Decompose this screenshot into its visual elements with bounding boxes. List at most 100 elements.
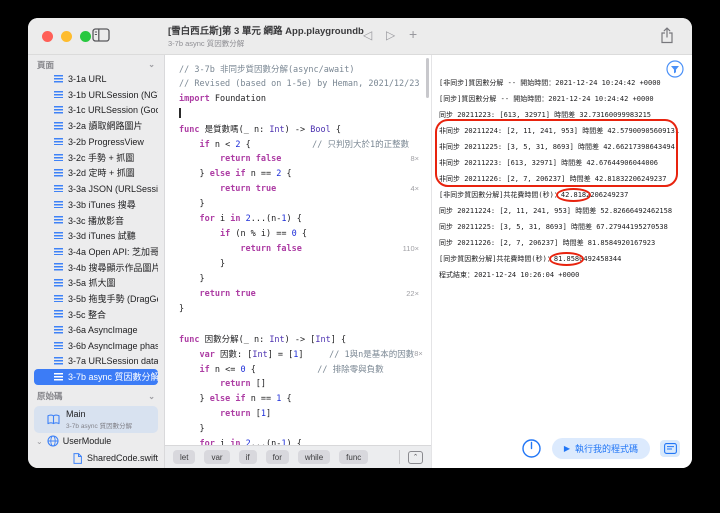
code-line[interactable]: return false 8× xyxy=(179,151,431,166)
code-line[interactable]: } xyxy=(179,196,431,211)
nav-forward-button[interactable]: ▷ xyxy=(386,26,395,44)
keyword-token-if[interactable]: if xyxy=(238,450,257,464)
code-line[interactable]: } xyxy=(179,421,431,436)
sidebar-item-3-5a[interactable]: 3-5a 抓大圖 xyxy=(34,275,158,291)
sidebar-item-usermodule[interactable]: ⌄ UserModule xyxy=(28,433,164,450)
zoom-window-button[interactable] xyxy=(80,31,91,42)
code-line[interactable]: for i in 2...(n-1) { xyxy=(179,211,431,226)
sidebar-item-label: 3-3d iTunes 試聽 xyxy=(68,231,136,242)
execution-time-gauge-icon[interactable] xyxy=(521,438,542,459)
sidebar-item-3-5b[interactable]: 3-5b 拖曳手勢 (DragGes… xyxy=(34,291,158,307)
sidebar-item-3-2c[interactable]: 3-2c 手勢 + 抓圖 xyxy=(34,149,158,165)
code-line[interactable] xyxy=(179,106,431,121)
code-line[interactable]: } xyxy=(179,271,431,286)
main-subtitle: 3-7b async 質因數分解 xyxy=(66,422,133,430)
code-line[interactable]: } xyxy=(179,301,431,316)
sidebar-item-label: 3-1a URL xyxy=(68,73,107,84)
keyword-token-func[interactable]: func xyxy=(339,450,369,464)
code-line[interactable]: return [1] xyxy=(179,406,431,421)
sidebar-toggle-icon[interactable] xyxy=(92,28,110,42)
sidebar-item-3-3a[interactable]: 3-3a JSON (URLSession) xyxy=(34,181,158,197)
run-button-label: 執行我的程式碼 xyxy=(574,444,638,454)
sidebar-item-3-5c[interactable]: 3-5c 整合 xyxy=(34,306,158,322)
nav-back-button[interactable]: ◁ xyxy=(363,26,372,44)
show-console-button[interactable] xyxy=(660,440,680,457)
code-line[interactable]: var 因數: [Int] = [1] // 1與n是基本的因數 8× xyxy=(179,346,431,361)
sidebar-item-3-4b[interactable]: 3-4b 搜尋顯示作品圖片 xyxy=(34,259,158,275)
sidebar-item-3-6a[interactable]: 3-6a AsyncImage xyxy=(34,322,158,338)
title-block: [雪白西丘斯]第 3 單元 網路 App.playgroundbook 3-7b… xyxy=(168,23,364,49)
sidebar-item-3-7a[interactable]: 3-7a URLSession data() xyxy=(34,353,158,369)
main-label: Main xyxy=(66,408,86,419)
code-scrollbar[interactable] xyxy=(426,58,429,98)
sidebar-item-3-3b[interactable]: 3-3b iTunes 搜尋 xyxy=(34,197,158,213)
sidebar-item-main[interactable]: Main 3-7b async 質因數分解 xyxy=(34,405,158,433)
minimize-window-button[interactable] xyxy=(61,31,72,42)
sidebar-item-3-6b[interactable]: 3-6b AsyncImage phase xyxy=(34,338,158,354)
console-line: 同步 20211224: [2, 11, 241, 953] 時間差 52.82… xyxy=(439,207,673,215)
code-line[interactable]: import Foundation xyxy=(179,91,431,106)
code-editor[interactable]: // 3-7b 非同步質因數分解(async/await)// Revised … xyxy=(165,55,432,468)
keyword-token-for[interactable]: for xyxy=(265,450,289,464)
sidebar-source-header[interactable]: 原始碼 ⌄ xyxy=(28,390,164,403)
sidebar-item-3-2a[interactable]: 3-2a 讀取網路圖片 xyxy=(34,118,158,134)
code-line[interactable]: } xyxy=(179,256,431,271)
code-line[interactable]: func 因數分解(_ n: Int) -> [Int] { xyxy=(179,331,431,346)
keyword-token-let[interactable]: let xyxy=(173,450,196,464)
keyword-token-var[interactable]: var xyxy=(204,450,230,464)
sidebar-item-label: 3-3b iTunes 搜尋 xyxy=(68,199,136,210)
console-line: [非同步]質因數分解 -- 開始時間：2021-12-24 10:24:42 +… xyxy=(439,79,661,87)
code-line[interactable]: return false 110× xyxy=(179,241,431,256)
run-count-badge: 8× xyxy=(410,154,419,163)
divider xyxy=(399,450,400,464)
run-count-badge: 4× xyxy=(410,184,419,193)
collapse-bar-button[interactable]: ⌃ xyxy=(408,450,423,464)
code-line[interactable] xyxy=(179,316,431,331)
sidebar-pages-header[interactable]: 頁面 ⌄ xyxy=(28,58,164,71)
code-line[interactable]: return [] xyxy=(179,376,431,391)
page-lines-icon xyxy=(54,122,63,130)
sidebar-item-3-3d[interactable]: 3-3d iTunes 試聽 xyxy=(34,228,158,244)
code-line[interactable]: return true 4× xyxy=(179,181,431,196)
add-page-button[interactable]: + xyxy=(409,25,417,43)
code-line[interactable]: } else if n == 2 { xyxy=(179,166,431,181)
filter-icon[interactable] xyxy=(666,60,684,78)
disclosure-chevron-icon[interactable]: ⌄ xyxy=(36,437,43,446)
share-icon[interactable] xyxy=(660,27,674,44)
sidebar-item-3-2b[interactable]: 3-2b ProgressView xyxy=(34,134,158,150)
book-icon xyxy=(47,414,60,425)
run-my-code-button[interactable]: ▶ 執行我的程式碼 xyxy=(551,438,650,459)
code-line[interactable]: } else if n == 1 { xyxy=(179,391,431,406)
sidebar-item-label: 3-6b AsyncImage phase xyxy=(68,340,158,351)
code-line[interactable]: if n <= 0 { // 排除零與負數 xyxy=(179,361,431,376)
sidebar-item-label: 3-3a JSON (URLSession) xyxy=(68,183,158,194)
titlebar: [雪白西丘斯]第 3 單元 網路 App.playgroundbook 3-7b… xyxy=(28,18,692,55)
chevron-down-icon[interactable]: ⌄ xyxy=(148,392,155,401)
source-header-label: 原始碼 xyxy=(37,391,63,402)
page-lines-icon xyxy=(54,200,63,209)
page-lines-icon xyxy=(54,357,63,365)
sidebar-item-label: 3-2a 讀取網路圖片 xyxy=(68,121,143,132)
code-line[interactable]: return true 22× xyxy=(179,286,431,301)
console-output: [非同步]質因數分解 -- 開始時間：2021-12-24 10:24:42 +… xyxy=(432,55,692,283)
console-line: 非同步 20211224: [2, 11, 241, 953] 時間差 42.5… xyxy=(439,127,680,135)
code-line[interactable]: // Revised (based on 1-5e) by Heman, 202… xyxy=(179,76,431,91)
sidebar-item-3-1c[interactable]: 3-1c URLSession (Good) xyxy=(34,102,158,118)
sidebar-item-3-2d[interactable]: 3-2d 定時 + 抓圖 xyxy=(34,165,158,181)
page-lines-icon xyxy=(54,169,63,177)
code-line[interactable]: func 是質數嗎(_ n: Int) -> Bool { xyxy=(179,121,431,136)
sidebar-item-3-3c[interactable]: 3-3c 播放影音 xyxy=(34,212,158,228)
console-line: 非同步 20211225: [3, 5, 31, 8693] 時間差 42.66… xyxy=(439,143,675,151)
chevron-down-icon[interactable]: ⌄ xyxy=(148,60,155,69)
code-line[interactable]: // 3-7b 非同步質因數分解(async/await) xyxy=(179,61,431,76)
sidebar-item-3-1b[interactable]: 3-1b URLSession (NG) xyxy=(34,87,158,103)
sidebar-item-3-7b[interactable]: 3-7b async 質因數分解 xyxy=(34,369,158,385)
sidebar-item-sharedcode[interactable]: SharedCode.swift xyxy=(28,450,164,467)
keyword-token-while[interactable]: while xyxy=(297,450,331,464)
code-line[interactable]: if n < 2 { // 只判別大於1的正整數 xyxy=(179,136,431,151)
close-window-button[interactable] xyxy=(42,31,53,42)
sidebar-item-3-4a[interactable]: 3-4a Open API: 芝加哥… xyxy=(34,244,158,260)
code-line[interactable]: if (n % i) == 0 { xyxy=(179,226,431,241)
sidebar-item-3-1a[interactable]: 3-1a URL xyxy=(34,71,158,87)
traffic-lights xyxy=(42,31,91,42)
